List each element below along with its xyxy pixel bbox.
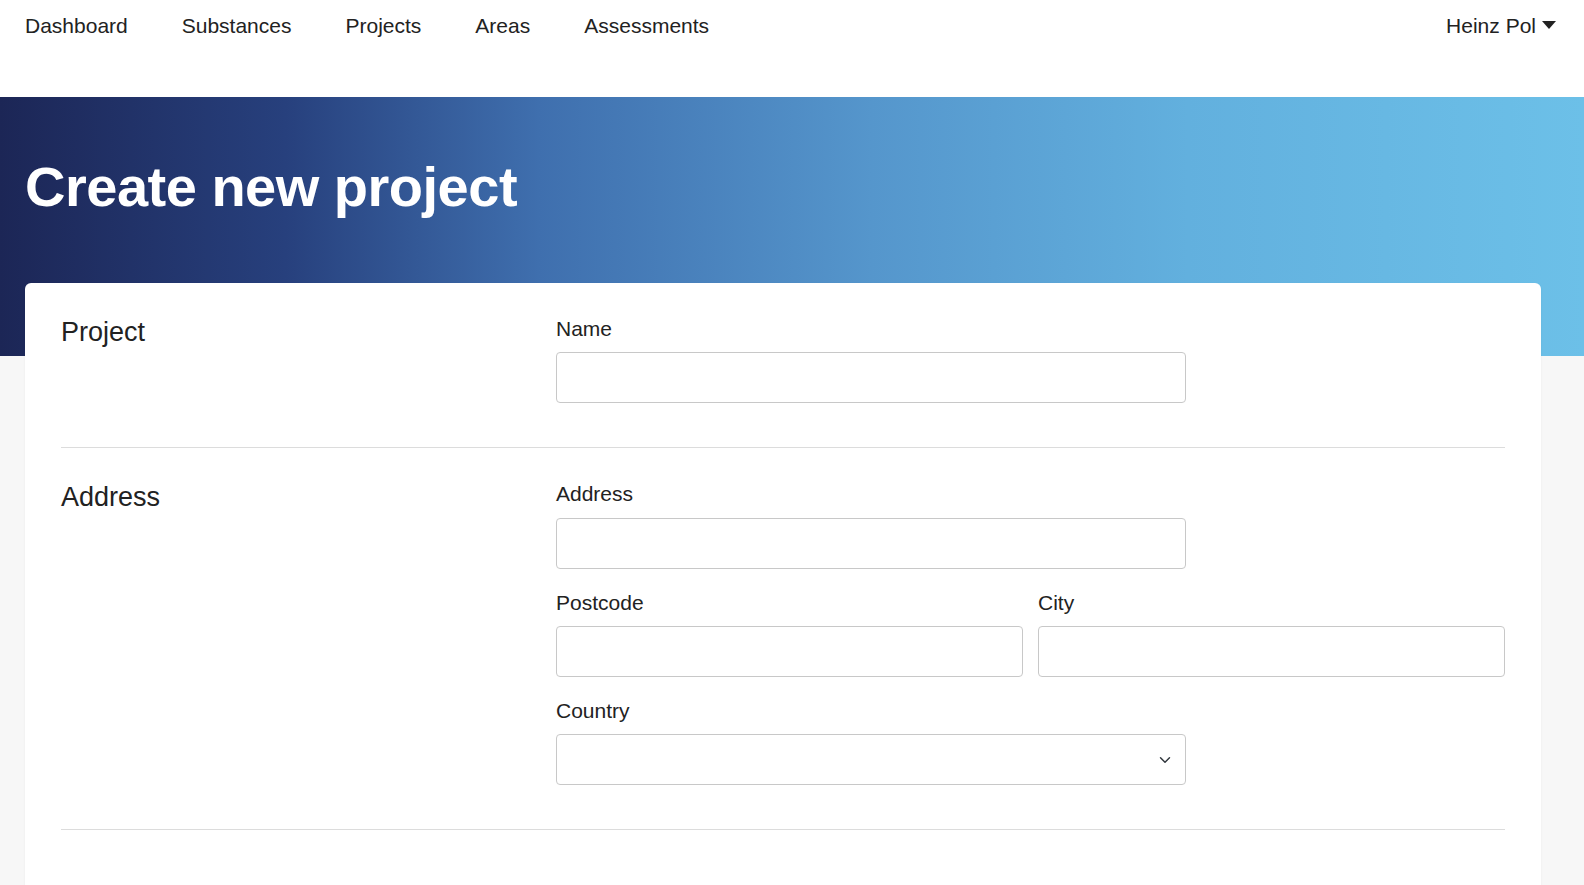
field-row: Country: [556, 697, 1505, 785]
field-label: Name: [556, 315, 1186, 342]
form-section: ProjectName: [61, 283, 1505, 448]
field-label: City: [1038, 589, 1505, 616]
field-label: Postcode: [556, 589, 1023, 616]
form-field: City: [1038, 589, 1505, 677]
nav-link[interactable]: Assessments: [584, 14, 709, 37]
nav-link[interactable]: Substances: [182, 14, 292, 37]
nav-item: Assessments: [584, 10, 709, 42]
page-title: Create new project: [25, 155, 1559, 219]
section-fields: Name: [556, 315, 1505, 403]
field-input[interactable]: [1038, 626, 1505, 677]
project-form: ProjectNameAddressAddressPostcodeCityCou…: [25, 283, 1541, 885]
section-title: Address: [61, 480, 556, 785]
top-navbar: Dashboard Substances Projects Areas Assessme…: [0, 0, 1584, 97]
field-row: Name: [556, 315, 1505, 403]
form-field: Name: [556, 315, 1186, 403]
nav-link[interactable]: Dashboard: [25, 14, 128, 37]
nav-item: Dashboard: [25, 10, 128, 42]
nav-link[interactable]: Projects: [345, 14, 421, 37]
form-field: Country: [556, 697, 1186, 785]
field-label: Address: [556, 480, 1186, 507]
field-select[interactable]: [556, 734, 1186, 785]
user-menu[interactable]: Heinz Pol: [1446, 10, 1556, 42]
field-input[interactable]: [556, 518, 1186, 569]
nav-item: Substances: [182, 10, 292, 42]
section-fields: Address Postcode City Country: [556, 480, 1505, 785]
form-field: Address: [556, 480, 1186, 568]
nav-item: Projects: [345, 10, 421, 42]
nav-item: Areas: [475, 10, 530, 42]
field-row: Address: [556, 480, 1505, 568]
nav-menu: Dashboard Substances Projects Areas Assessme…: [25, 10, 709, 42]
field-row: Postcode City: [556, 589, 1505, 677]
field-input[interactable]: [556, 352, 1186, 403]
section-title: Project: [61, 315, 556, 403]
form-field: Postcode: [556, 589, 1023, 677]
field-label: Country: [556, 697, 1186, 724]
content-area: ProjectNameAddressAddressPostcodeCityCou…: [0, 283, 1584, 885]
form-section: AddressAddressPostcodeCityCountry: [61, 448, 1505, 830]
nav-link[interactable]: Areas: [475, 14, 530, 37]
field-input[interactable]: [556, 626, 1023, 677]
